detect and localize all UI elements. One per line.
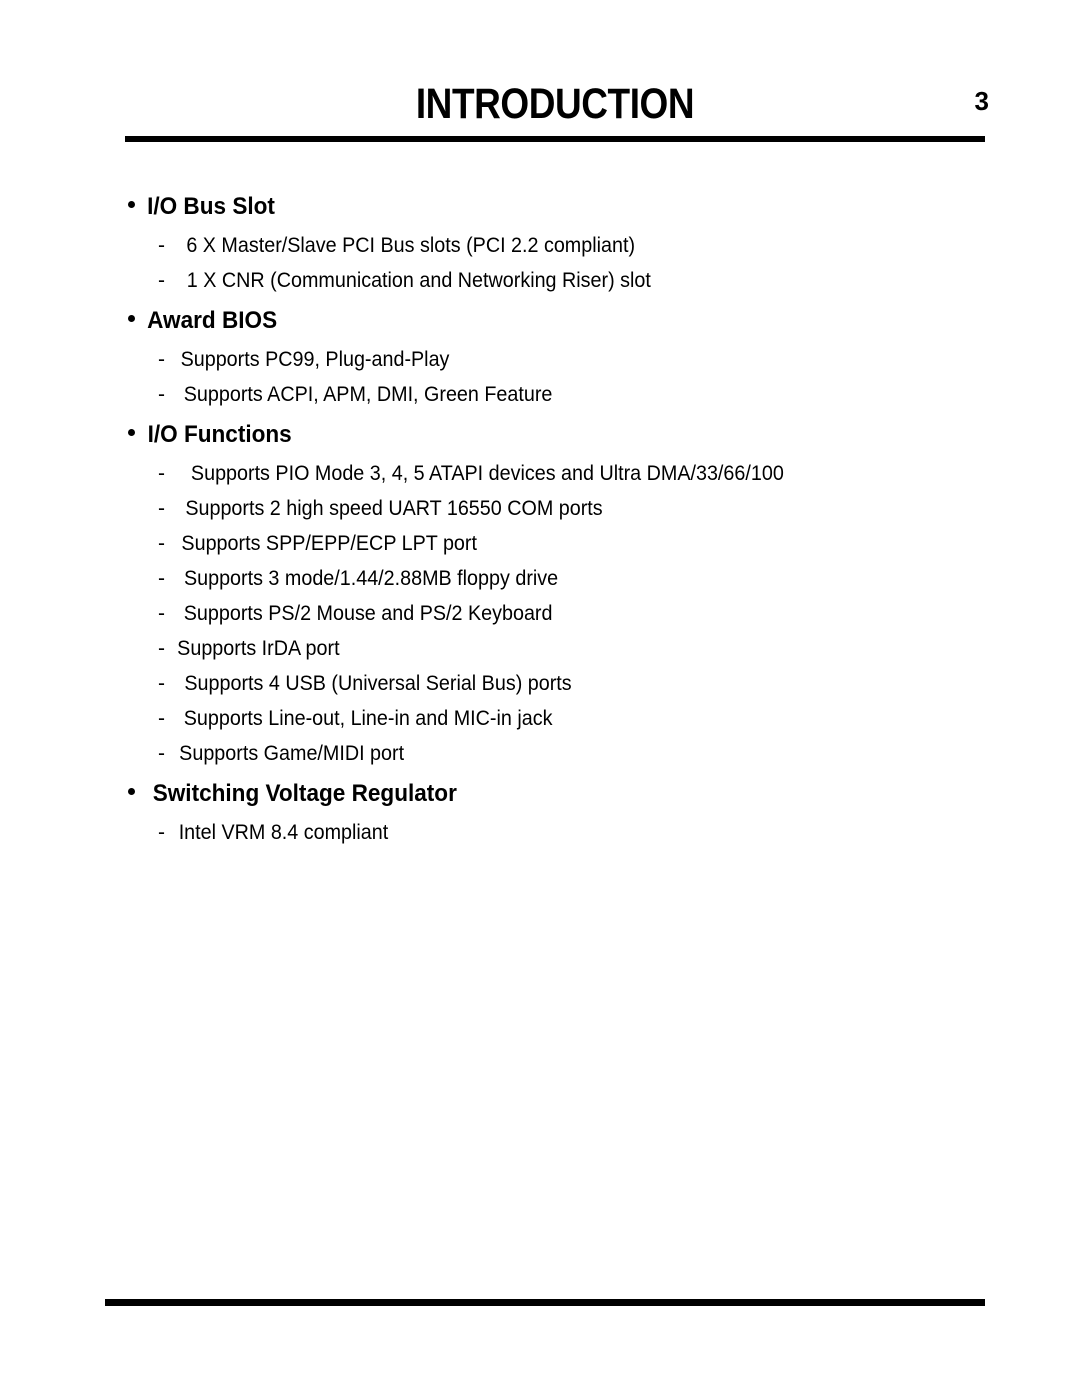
list-item-label: Supports PS/2 Mouse and PS/2 Keyboard <box>183 602 553 625</box>
page-title: INTRODUCTION <box>415 80 695 128</box>
section-item-list: - Supports PC99, Plug-and-Play - Supports A… <box>128 342 988 412</box>
list-item: -1 X CNR (Communication and Networking R… <box>128 263 988 298</box>
spec-section: I/O Functions - Supports PIO Mode 3, 4, 5 … <box>128 418 988 771</box>
list-item-label: Supports IrDA port <box>177 637 340 660</box>
bullet-icon <box>128 429 135 436</box>
dash-marker-icon: - <box>158 742 165 765</box>
list-item-label: Supports 2 high speed UART 16550 COM por… <box>185 497 603 520</box>
list-item: - Supports SPP/EPP/ECP LPT port <box>128 526 988 561</box>
list-item: - Supports 4 USB (Universal Serial Bus) p… <box>128 666 988 701</box>
document-page: INTRODUCTION 3 I/O Bus Slot -6 X Master/S… <box>0 0 1080 1397</box>
spec-section: I/O Bus Slot -6 X Master/Slave PCI Bus sl… <box>128 190 988 298</box>
header-divider-rule <box>125 136 985 142</box>
spec-section: Award BIOS - Supports PC99, Plug-and-Play -… <box>128 304 988 412</box>
list-item: - Supports Game/MIDI port <box>128 736 988 771</box>
dash-marker-icon: - <box>158 234 165 257</box>
list-item-label: 6 X Master/Slave PCI Bus slots (PCI 2.2 … <box>186 234 636 257</box>
page-number: 3 <box>974 86 989 116</box>
section-heading: Switching Voltage Regulator <box>128 777 988 811</box>
list-item-label: Supports 3 mode/1.44/2.88MB floppy drive <box>183 567 559 590</box>
list-item-label: Supports Game/MIDI port <box>179 742 405 765</box>
section-heading-label: I/O Functions <box>147 421 292 448</box>
section-heading-label: Switching Voltage Regulator <box>152 780 457 807</box>
list-item-label: Supports PC99, Plug-and-Play <box>180 348 450 371</box>
section-heading-label: Award BIOS <box>147 307 278 334</box>
spec-section: Switching Voltage Regulator - Intel VRM 8.… <box>128 777 988 850</box>
dash-marker-icon: - <box>158 707 165 730</box>
list-item-label: Supports ACPI, APM, DMI, Green Feature <box>183 383 553 406</box>
section-heading: I/O Functions <box>128 418 988 452</box>
list-item-label: Intel VRM 8.4 compliant <box>178 821 389 844</box>
dash-marker-icon: - <box>158 637 165 660</box>
list-item: - Supports 2 high speed UART 16550 COM po… <box>128 491 988 526</box>
page-header: INTRODUCTION 3 <box>125 78 989 140</box>
dash-marker-icon: - <box>158 602 165 625</box>
list-item: -6 X Master/Slave PCI Bus slots (PCI 2.2… <box>128 228 988 263</box>
list-item-label: Supports SPP/EPP/ECP LPT port <box>181 532 477 555</box>
list-item: - Supports PS/2 Mouse and PS/2 Keyboard <box>128 596 988 631</box>
section-item-list: - Supports PIO Mode 3, 4, 5 ATAPI devices… <box>128 456 988 771</box>
list-item: - Supports PC99, Plug-and-Play <box>128 342 988 377</box>
dash-marker-icon: - <box>158 497 165 520</box>
section-heading-label: I/O Bus Slot <box>147 193 275 220</box>
list-item: - Intel VRM 8.4 compliant <box>128 815 988 850</box>
dash-marker-icon: - <box>158 532 165 555</box>
dash-marker-icon: - <box>158 269 165 292</box>
footer-divider-rule <box>105 1299 985 1306</box>
section-heading: I/O Bus Slot <box>128 190 988 224</box>
bullet-icon <box>128 315 135 322</box>
section-heading: Award BIOS <box>128 304 988 338</box>
list-item-label: Supports PIO Mode 3, 4, 5 ATAPI devices … <box>190 462 784 485</box>
dash-marker-icon: - <box>158 383 165 406</box>
bullet-icon <box>128 201 135 208</box>
dash-marker-icon: - <box>158 567 165 590</box>
section-item-list: - Intel VRM 8.4 compliant <box>128 815 988 850</box>
dash-marker-icon: - <box>158 672 165 695</box>
list-item: - Supports PIO Mode 3, 4, 5 ATAPI devices… <box>128 456 988 491</box>
section-item-list: -6 X Master/Slave PCI Bus slots (PCI 2.2… <box>128 228 988 298</box>
spec-list: I/O Bus Slot -6 X Master/Slave PCI Bus sl… <box>128 190 988 854</box>
list-item: - Supports Line-out, Line-in and MIC-in j… <box>128 701 988 736</box>
list-item-label: Supports Line-out, Line-in and MIC-in ja… <box>183 707 553 730</box>
list-item: - Supports IrDA port <box>128 631 988 666</box>
list-item-label: 1 X CNR (Communication and Networking Ri… <box>186 269 651 292</box>
dash-marker-icon: - <box>158 348 165 371</box>
bullet-icon <box>128 788 135 795</box>
dash-marker-icon: - <box>158 462 165 485</box>
list-item: - Supports 3 mode/1.44/2.88MB floppy driv… <box>128 561 988 596</box>
list-item: - Supports ACPI, APM, DMI, Green Feature <box>128 377 988 412</box>
list-item-label: Supports 4 USB (Universal Serial Bus) po… <box>184 672 572 695</box>
dash-marker-icon: - <box>158 821 165 844</box>
